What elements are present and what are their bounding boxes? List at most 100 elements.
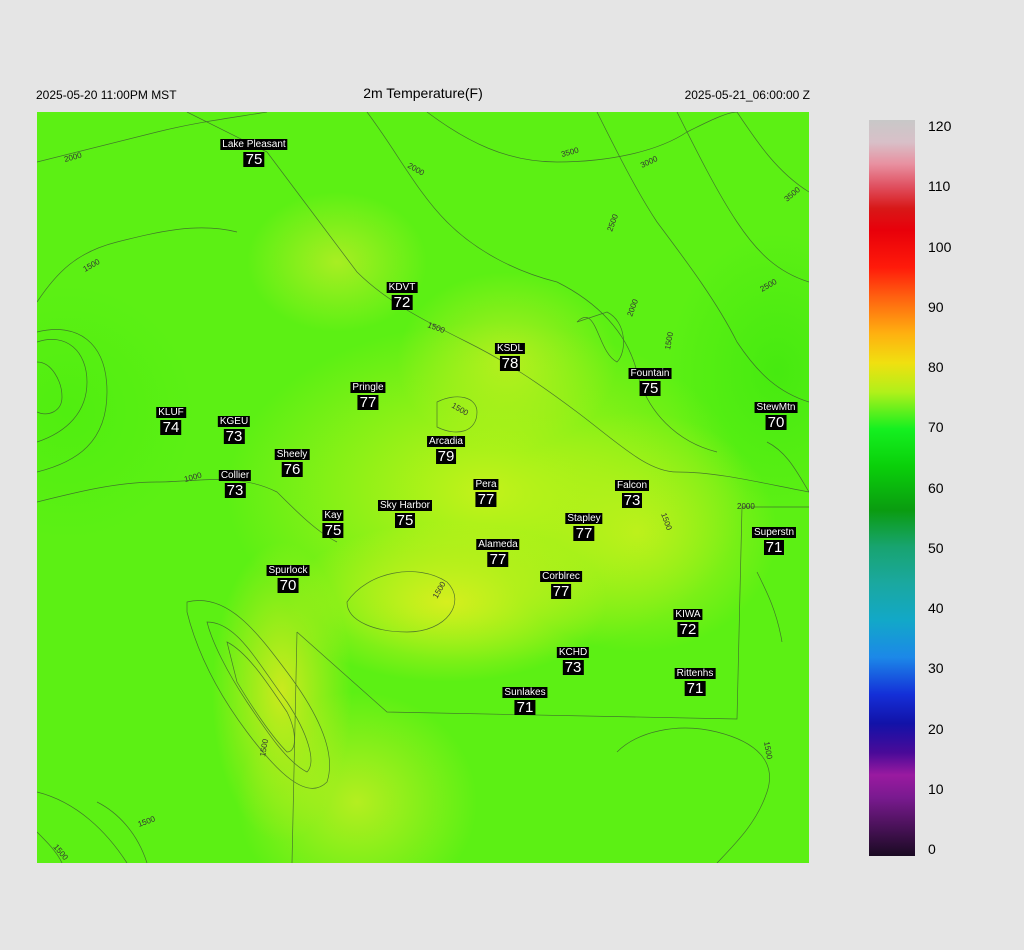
contour-label: 1500 <box>450 401 470 418</box>
station-name: Sheely <box>274 449 310 460</box>
station-temperature: 72 <box>677 621 699 638</box>
station-sky-harbor[interactable]: Sky Harbor 75 <box>377 500 433 529</box>
station-temperature: 76 <box>281 461 303 478</box>
contour-label: 2000 <box>406 161 426 178</box>
station-pera[interactable]: Pera 77 <box>473 479 499 507</box>
station-sunlakes[interactable]: Sunlakes 71 <box>502 687 548 716</box>
contour-label: 1500 <box>258 738 270 758</box>
station-spurlock[interactable]: Spurlock 70 <box>266 565 310 594</box>
station-ksdl[interactable]: KSDL 78 <box>494 343 526 372</box>
station-name: KSDL <box>494 343 526 354</box>
contour-label: 3500 <box>783 185 803 204</box>
contour-label: 1500 <box>431 580 448 600</box>
station-kiwa[interactable]: KIWA 72 <box>673 609 703 638</box>
contour-label: 3000 <box>639 154 659 170</box>
station-name: Alameda <box>476 539 520 550</box>
station-temperature: 73 <box>562 659 584 676</box>
station-kgeu[interactable]: KGEU 73 <box>217 416 251 445</box>
station-name: Sky Harbor <box>377 500 433 511</box>
station-name: Kay <box>322 510 344 521</box>
station-collier[interactable]: Collier 73 <box>218 470 252 499</box>
colorbar-tick-label: 100 <box>928 238 952 255</box>
station-name: KLUF <box>156 407 186 418</box>
terrain-contours: 2000 3500 3000 2000 3500 2500 1500 2500 2000 1500… <box>37 112 809 863</box>
station-falcon[interactable]: Falcon 73 <box>614 480 650 509</box>
colorbar-tick-label: 0 <box>928 841 936 857</box>
station-temperature: 73 <box>223 428 245 445</box>
station-name: Pringle <box>350 382 386 393</box>
colorbar-tick-label: 80 <box>928 359 944 375</box>
contour-label: 1000 <box>183 470 203 483</box>
station-name: KCHD <box>556 647 590 658</box>
station-kay[interactable]: Kay 75 <box>322 510 344 539</box>
station-temperature: 71 <box>763 539 785 556</box>
station-kluf[interactable]: KLUF 74 <box>156 407 186 435</box>
contour-label: 1500 <box>137 814 157 829</box>
colorbar-tick-label: 120 <box>928 118 952 134</box>
station-temperature: 71 <box>514 699 536 716</box>
station-arcadia[interactable]: Arcadia 79 <box>427 436 465 464</box>
temperature-map[interactable]: 2000 3500 3000 2000 3500 2500 1500 2500 2000 1500… <box>37 112 809 863</box>
station-temperature: 75 <box>322 522 344 539</box>
station-name: KIWA <box>673 609 703 620</box>
station-name: StewMtn <box>754 402 798 413</box>
station-temperature: 75 <box>639 380 661 397</box>
colorbar-tick-label: 30 <box>928 660 944 677</box>
station-temperature: 72 <box>391 294 413 311</box>
station-lake-pleasant[interactable]: Lake Pleasant 75 <box>220 139 288 168</box>
station-name: Collier <box>218 470 252 481</box>
station-name: Lake Pleasant <box>220 139 288 150</box>
station-sheely[interactable]: Sheely 76 <box>274 449 310 478</box>
colorbar-tick-label: 40 <box>928 600 944 616</box>
contour-label: 2000 <box>63 150 83 163</box>
colorbar-tick-label: 20 <box>928 720 944 737</box>
station-temperature: 77 <box>550 583 572 600</box>
station-name: KGEU <box>217 416 251 427</box>
station-name: Stapley <box>565 513 603 524</box>
contour-label: 3500 <box>560 145 580 158</box>
contour-label: 1500 <box>663 331 675 351</box>
contour-label: 2500 <box>759 277 779 294</box>
station-name: Spurlock <box>266 565 310 576</box>
contour-label: 2000 <box>737 502 755 511</box>
colorbar-tick-label: 110 <box>928 178 951 195</box>
station-temperature: 77 <box>573 525 595 542</box>
station-temperature: 70 <box>277 577 299 594</box>
colorbar-tick-label: 50 <box>928 539 944 556</box>
colorbar-tick-label: 10 <box>928 780 944 797</box>
contour-label: 2000 <box>625 297 640 317</box>
contour-label: 1500 <box>659 512 674 532</box>
station-pringle[interactable]: Pringle 77 <box>350 382 386 411</box>
contour-label: 1500 <box>426 320 446 335</box>
station-superstn[interactable]: Superstn 71 <box>751 527 797 556</box>
station-temperature: 78 <box>499 355 521 372</box>
station-temperature: 77 <box>357 394 379 411</box>
station-name: Falcon <box>614 480 650 491</box>
station-name: Corblrec <box>540 571 582 582</box>
station-name: Fountain <box>628 368 672 379</box>
station-stewmtn[interactable]: StewMtn 70 <box>754 402 798 431</box>
temperature-colorbar <box>869 120 915 856</box>
contour-label: 1500 <box>82 257 102 274</box>
colorbar-tick-label: 90 <box>928 298 944 315</box>
station-name: KDVT <box>386 282 418 293</box>
station-temperature: 75 <box>394 512 416 529</box>
station-kchd[interactable]: KCHD 73 <box>556 647 590 676</box>
station-temperature: 71 <box>684 680 706 697</box>
station-fountain[interactable]: Fountain 75 <box>628 368 672 397</box>
station-temperature: 70 <box>765 414 787 431</box>
station-temperature: 73 <box>621 492 643 509</box>
station-temperature: 77 <box>487 551 509 568</box>
station-stapley[interactable]: Stapley 77 <box>565 513 603 542</box>
station-temperature: 73 <box>224 482 246 499</box>
colorbar-tick-label: 60 <box>928 479 944 496</box>
station-name: Rittenhs <box>674 668 716 679</box>
station-temperature: 79 <box>435 448 457 465</box>
station-name: Arcadia <box>427 436 465 447</box>
station-name: Sunlakes <box>502 687 548 698</box>
station-temperature: 75 <box>243 151 265 168</box>
station-rittenhs[interactable]: Rittenhs 71 <box>674 668 716 697</box>
station-corblrec[interactable]: Corblrec 77 <box>540 571 582 599</box>
station-alameda[interactable]: Alameda 77 <box>476 539 520 568</box>
station-kdvt[interactable]: KDVT 72 <box>386 282 418 311</box>
